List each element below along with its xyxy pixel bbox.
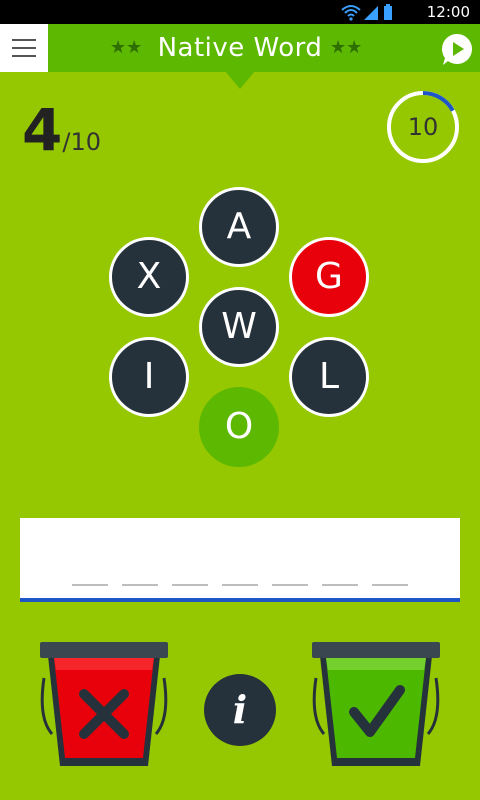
letter-slot <box>122 584 158 586</box>
info-icon: i <box>232 687 248 732</box>
status-bar: 12:00 <box>0 0 480 24</box>
clock: 12:00 <box>426 3 470 21</box>
letter-tile[interactable]: X <box>109 237 189 317</box>
letter-tile-wrong[interactable]: G <box>289 237 369 317</box>
status-icons <box>341 4 392 21</box>
play-icon[interactable] <box>440 32 474 66</box>
letter-tile-used[interactable]: O <box>199 387 279 467</box>
letter-slot <box>322 584 358 586</box>
app-header: ★★ Native Word ★★ <box>0 24 480 72</box>
letter-slot <box>272 584 308 586</box>
battery-icon <box>384 4 392 20</box>
letter-tile[interactable]: A <box>199 187 279 267</box>
letter-slot <box>72 584 108 586</box>
menu-button[interactable] <box>0 24 48 72</box>
letter-slot <box>372 584 408 586</box>
letter-slot <box>222 584 258 586</box>
info-button[interactable]: i <box>204 674 276 746</box>
accept-bucket-button[interactable] <box>310 638 442 772</box>
letter-slot <box>172 584 208 586</box>
question-progress: 4/10 <box>22 96 101 164</box>
current-question: 4 <box>22 96 63 164</box>
wifi-icon <box>341 5 361 21</box>
letter-tile[interactable]: I <box>109 337 189 417</box>
header-notch <box>225 71 255 89</box>
menu-icon <box>12 39 36 41</box>
signal-icon <box>364 6 378 20</box>
total-questions: /10 <box>62 128 101 156</box>
answer-field[interactable] <box>20 518 460 602</box>
stars-right-icon: ★★ <box>330 37 363 57</box>
countdown-timer: 10 <box>386 90 460 164</box>
letter-tile[interactable]: L <box>289 337 369 417</box>
timer-value: 10 <box>407 113 439 141</box>
letter-tile[interactable]: W <box>199 287 279 367</box>
page-title: Native Word <box>157 33 323 63</box>
reject-bucket-button[interactable] <box>38 638 170 772</box>
